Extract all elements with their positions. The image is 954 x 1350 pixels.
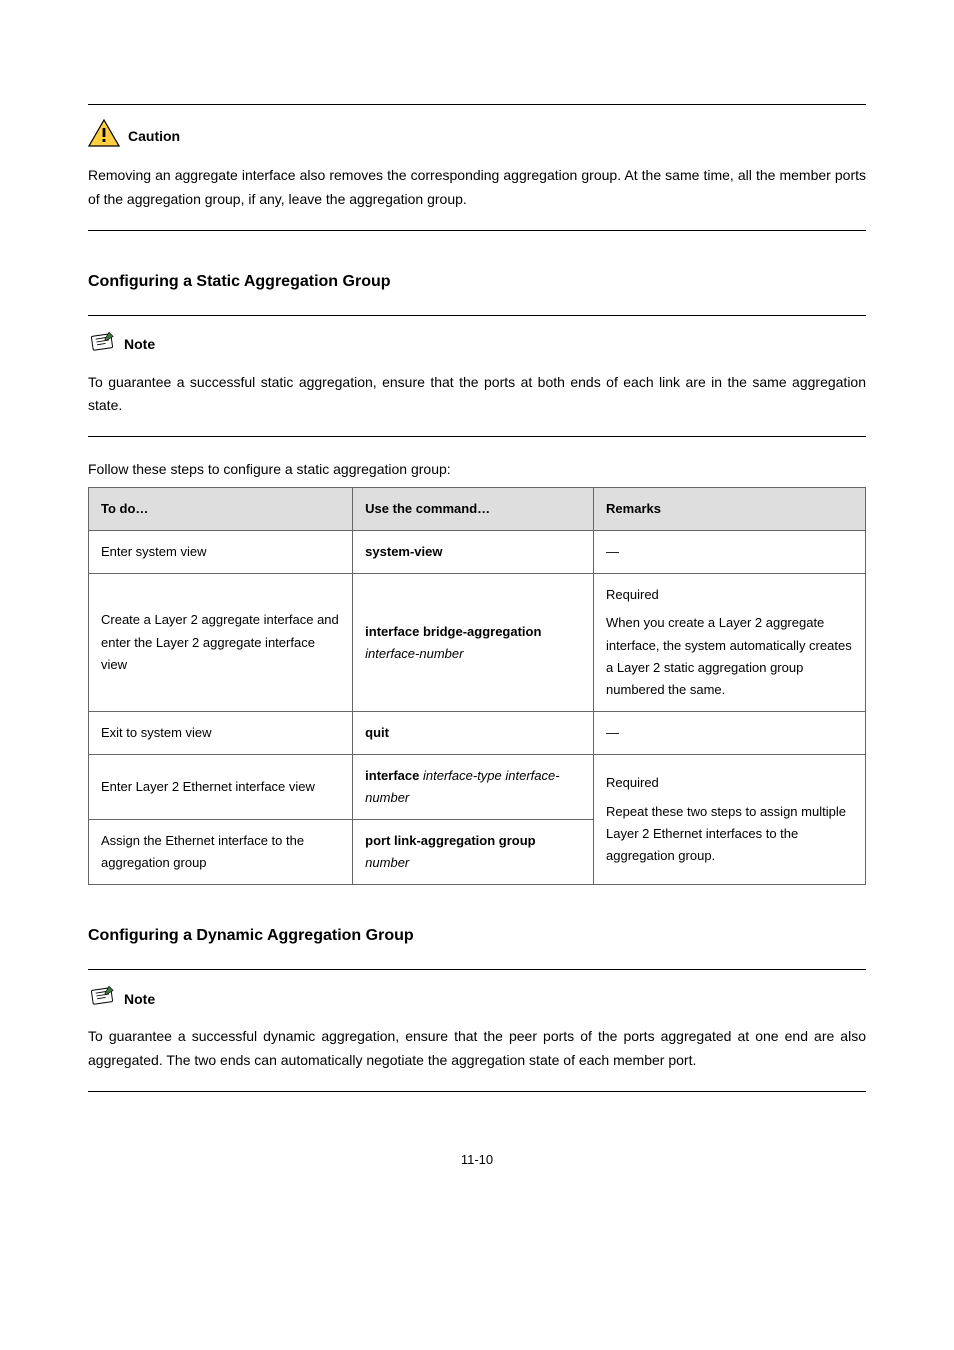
dynamic-note-callout: Note To guarantee a successful dynamic a… [88,969,866,1092]
cell-cmd: port link-aggregation group number [353,820,594,885]
note-icon [88,330,116,359]
col-remarks: Remarks [594,488,866,531]
cell-remarks-merged: Required Repeat these two steps to assig… [594,754,866,884]
table-row: Enter Layer 2 Ethernet interface view in… [89,754,866,819]
caution-label: Caution [128,128,180,144]
static-note-callout: Note To guarantee a successful static ag… [88,315,866,438]
cell-remarks: — [594,531,866,574]
cell-todo: Exit to system view [89,711,353,754]
table-header-row: To do… Use the command… Remarks [89,488,866,531]
dynamic-note-label: Note [124,991,155,1007]
caution-head: Caution [88,119,866,152]
table-row: Exit to system view quit — [89,711,866,754]
section-title-dynamic: Configuring a Dynamic Aggregation Group [88,927,866,945]
static-note-label: Note [124,336,155,352]
cell-cmd: interface bridge-aggregation interface-n… [353,574,594,711]
caution-icon [88,119,120,152]
cell-remarks: Required When you create a Layer 2 aggre… [594,574,866,711]
static-config-table: To do… Use the command… Remarks Enter sy… [88,487,866,885]
cell-todo: Enter Layer 2 Ethernet interface view [89,754,353,819]
dynamic-note-body: To guarantee a successful dynamic aggreg… [88,1025,866,1073]
static-note-body: To guarantee a successful static aggrega… [88,371,866,419]
cell-todo: Assign the Ethernet interface to the agg… [89,820,353,885]
static-note-head: Note [88,330,866,359]
cell-cmd: interface interface-type interface-numbe… [353,754,594,819]
cell-todo: Create a Layer 2 aggregate interface and… [89,574,353,711]
caution-body: Removing an aggregate interface also rem… [88,164,866,212]
dynamic-note-head: Note [88,984,866,1013]
static-intro: Follow these steps to configure a static… [88,461,866,477]
cell-cmd: quit [353,711,594,754]
table-row: Enter system view system-view — [89,531,866,574]
cell-remarks: — [594,711,866,754]
cell-todo: Enter system view [89,531,353,574]
col-cmd: Use the command… [353,488,594,531]
page-number: 11-10 [88,1152,866,1167]
section-title-static: Configuring a Static Aggregation Group [88,273,866,291]
col-todo: To do… [89,488,353,531]
note-icon [88,984,116,1013]
cell-cmd: system-view [353,531,594,574]
caution-callout: Caution Removing an aggregate interface … [88,104,866,231]
table-row: Create a Layer 2 aggregate interface and… [89,574,866,711]
page-root: Caution Removing an aggregate interface … [0,0,954,1207]
